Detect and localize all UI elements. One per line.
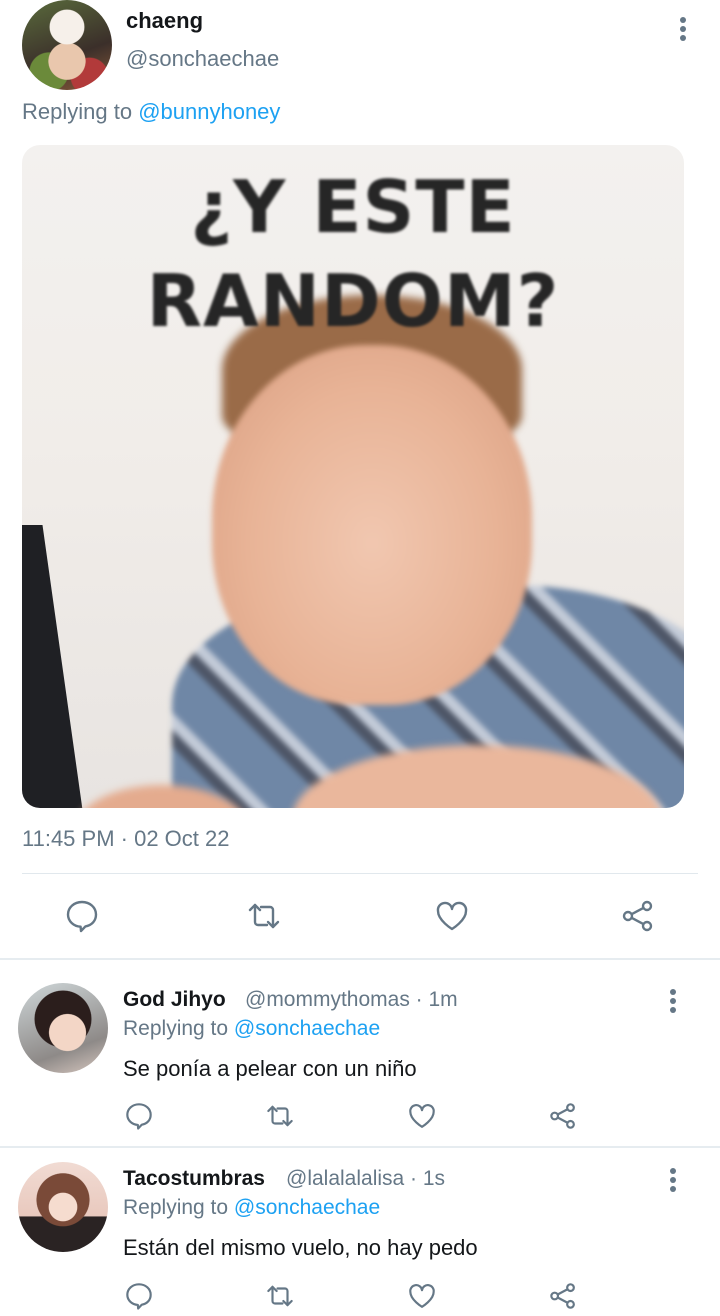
share-icon[interactable] xyxy=(620,898,656,934)
divider xyxy=(0,1146,720,1148)
tweet-text: Se ponía a pelear con un niño xyxy=(123,1056,417,1081)
image-laptop xyxy=(22,525,102,808)
divider xyxy=(22,873,698,874)
handle-and-time[interactable]: @lalalalalisa · 1s xyxy=(286,1167,445,1191)
image-caption-line1: ¿Y ESTE xyxy=(190,165,516,249)
main-tweet: chaeng @sonchaechae Replying to @bunnyho… xyxy=(0,0,720,958)
image-face xyxy=(212,345,532,705)
avatar[interactable] xyxy=(18,983,108,1073)
replying-to-link[interactable]: @sonchaechae xyxy=(234,1196,380,1219)
replying-to-link[interactable]: @bunnyhoney xyxy=(138,99,280,124)
avatar[interactable] xyxy=(18,1162,108,1252)
display-name[interactable]: chaeng xyxy=(126,8,203,34)
reply-icon[interactable] xyxy=(124,1281,154,1311)
reply-icon[interactable] xyxy=(64,898,100,934)
retweet-icon[interactable] xyxy=(265,1101,295,1131)
replying-to-link[interactable]: @sonchaechae xyxy=(234,1017,380,1040)
retweet-icon[interactable] xyxy=(246,898,282,934)
image-caption-line2: RANDOM? xyxy=(146,259,560,343)
like-icon[interactable] xyxy=(434,898,470,934)
like-icon[interactable] xyxy=(407,1101,437,1131)
more-vertical-icon[interactable] xyxy=(662,988,684,1014)
more-vertical-icon[interactable] xyxy=(672,16,694,42)
avatar[interactable] xyxy=(22,0,112,90)
replying-prefix: Replying to xyxy=(123,1196,229,1219)
display-name[interactable]: God Jihyo xyxy=(123,988,226,1012)
tweet-text: Están del mismo vuelo, no hay pedo xyxy=(123,1235,478,1260)
tweet-image[interactable]: ¿Y ESTE RANDOM? xyxy=(22,145,684,808)
handle-and-time[interactable]: @mommythomas · 1m xyxy=(245,988,458,1012)
like-icon[interactable] xyxy=(407,1281,437,1311)
share-icon[interactable] xyxy=(548,1281,578,1311)
tweet-timestamp[interactable]: 11:45 PM · 02 Oct 22 xyxy=(22,826,229,852)
replying-to: Replying to @bunnyhoney xyxy=(22,99,280,125)
replying-prefix: Replying to xyxy=(123,1017,229,1040)
reply-icon[interactable] xyxy=(124,1101,154,1131)
user-handle[interactable]: @sonchaechae xyxy=(126,46,279,72)
share-icon[interactable] xyxy=(548,1101,578,1131)
more-vertical-icon[interactable] xyxy=(662,1167,684,1193)
retweet-icon[interactable] xyxy=(265,1281,295,1311)
divider xyxy=(0,958,720,960)
replying-prefix: Replying to xyxy=(22,99,133,124)
replying-to: Replying to @sonchaechae xyxy=(123,1017,380,1041)
replying-to: Replying to @sonchaechae xyxy=(123,1196,380,1220)
display-name[interactable]: Tacostumbras xyxy=(123,1167,265,1191)
